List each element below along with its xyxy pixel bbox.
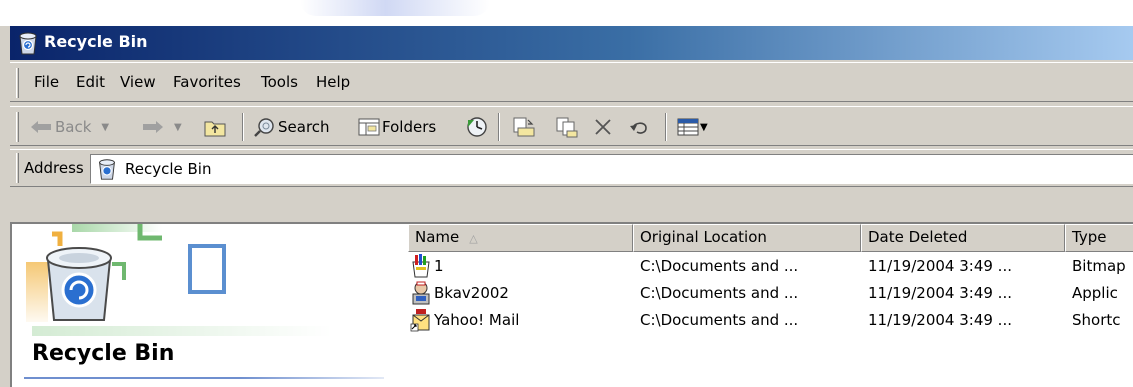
explorer-window: Recycle Bin File Edit View Favorites Too… bbox=[0, 26, 1133, 387]
back-label: Back bbox=[55, 118, 92, 136]
history-icon bbox=[467, 117, 487, 137]
menu-edit[interactable]: Edit bbox=[76, 73, 105, 91]
address-grip[interactable] bbox=[16, 153, 19, 183]
copy-to-button[interactable] bbox=[555, 115, 579, 139]
standard-toolbar: Back ▼ ▼ Search Folders ▼ bbox=[10, 106, 1133, 146]
undo-icon bbox=[630, 122, 647, 134]
folders-label: Folders bbox=[382, 118, 437, 136]
file-name: Bkav2002 bbox=[434, 284, 509, 302]
file-type: Shortc bbox=[1072, 311, 1121, 329]
column-label-date: Date Deleted bbox=[868, 228, 968, 246]
move-to-icon bbox=[513, 117, 535, 137]
views-icon bbox=[677, 118, 699, 136]
search-label: Search bbox=[278, 118, 330, 136]
file-original-location: C:\Documents and ... bbox=[640, 311, 799, 329]
back-button[interactable]: Back ▼ bbox=[30, 115, 109, 139]
toolbar-separator bbox=[498, 113, 500, 141]
history-button[interactable] bbox=[465, 115, 489, 139]
shortcut-icon bbox=[410, 309, 430, 332]
back-dropdown-icon: ▼ bbox=[101, 121, 110, 133]
list-header: Name △ Original Location Date Deleted Typ… bbox=[408, 224, 1133, 252]
up-button[interactable] bbox=[204, 115, 226, 139]
toolbar-separator bbox=[242, 113, 244, 141]
views-dropdown-icon: ▼ bbox=[700, 121, 708, 133]
address-label: Address bbox=[24, 159, 84, 177]
address-input[interactable]: Recycle Bin ▼ bbox=[90, 154, 1133, 184]
file-name: Yahoo! Mail bbox=[434, 311, 520, 329]
delete-button[interactable] bbox=[593, 115, 613, 139]
undo-button[interactable] bbox=[628, 115, 650, 139]
recycle-bin-icon bbox=[99, 159, 115, 180]
column-header-type[interactable]: Type bbox=[1065, 224, 1133, 252]
file-type: Bitmap bbox=[1072, 257, 1126, 275]
search-icon bbox=[254, 118, 274, 137]
forward-button[interactable]: ▼ bbox=[142, 115, 182, 139]
folders-button[interactable]: Folders bbox=[358, 115, 436, 139]
folders-icon bbox=[358, 118, 380, 136]
toolbar-grip[interactable] bbox=[16, 112, 19, 142]
column-label-type: Type bbox=[1072, 228, 1107, 246]
menu-view[interactable]: View bbox=[120, 73, 156, 91]
up-folder-icon bbox=[204, 121, 226, 137]
menu-tools[interactable]: Tools bbox=[261, 73, 298, 91]
background-strip bbox=[0, 0, 1133, 26]
paint-image-icon bbox=[412, 254, 430, 278]
window-title: Recycle Bin bbox=[44, 32, 148, 51]
search-button[interactable]: Search bbox=[254, 115, 330, 139]
recycle-bin-banner-icon bbox=[26, 224, 332, 336]
column-label-name: Name bbox=[415, 228, 460, 246]
file-name: 1 bbox=[434, 257, 444, 275]
column-header-name[interactable]: Name △ bbox=[408, 224, 633, 252]
move-to-button[interactable] bbox=[512, 115, 536, 139]
recycle-bin-icon bbox=[19, 32, 37, 55]
menu-help[interactable]: Help bbox=[316, 73, 350, 91]
file-original-location: C:\Documents and ... bbox=[640, 257, 799, 275]
web-view-panel: Recycle Bin bbox=[12, 224, 404, 387]
views-button[interactable]: ▼ bbox=[677, 115, 708, 139]
column-header-date-deleted[interactable]: Date Deleted bbox=[861, 224, 1065, 252]
file-date-deleted: 11/19/2004 3:49 ... bbox=[868, 257, 1012, 275]
forward-arrow-icon bbox=[143, 121, 163, 133]
menu-file[interactable]: File bbox=[34, 73, 59, 91]
copy-to-icon bbox=[556, 117, 578, 138]
panel-divider bbox=[24, 377, 384, 379]
menu-grip[interactable] bbox=[16, 68, 19, 98]
title-bar[interactable]: Recycle Bin bbox=[10, 26, 1133, 60]
menu-bar: File Edit View Favorites Tools Help bbox=[10, 62, 1133, 102]
column-label-location: Original Location bbox=[640, 228, 767, 246]
file-original-location: C:\Documents and ... bbox=[640, 284, 799, 302]
column-header-original-location[interactable]: Original Location bbox=[633, 224, 861, 252]
menu-favorites[interactable]: Favorites bbox=[173, 73, 241, 91]
content-pane: Recycle Bin Name △ Original Location Date… bbox=[10, 222, 1133, 387]
sort-ascending-icon: △ bbox=[469, 232, 478, 245]
forward-dropdown-icon: ▼ bbox=[174, 121, 182, 133]
file-type: Applic bbox=[1072, 284, 1118, 302]
file-list: Name △ Original Location Date Deleted Typ… bbox=[408, 224, 1133, 387]
list-item[interactable]: Bkav2002 C:\Documents and ... 11/19/2004… bbox=[408, 281, 1133, 308]
address-value: Recycle Bin bbox=[125, 160, 212, 178]
file-date-deleted: 11/19/2004 3:49 ... bbox=[868, 311, 1012, 329]
back-arrow-icon bbox=[31, 121, 51, 133]
panel-title: Recycle Bin bbox=[32, 341, 175, 366]
background-watermark bbox=[300, 0, 490, 16]
delete-icon bbox=[595, 119, 611, 135]
list-item[interactable]: 1 C:\Documents and ... 11/19/2004 3:49 .… bbox=[408, 254, 1133, 281]
application-icon bbox=[412, 281, 430, 305]
address-bar: Address Recycle Bin ▼ bbox=[10, 149, 1133, 187]
toolbar-separator bbox=[665, 113, 667, 141]
file-date-deleted: 11/19/2004 3:49 ... bbox=[868, 284, 1012, 302]
list-item[interactable]: Yahoo! Mail C:\Documents and ... 11/19/2… bbox=[408, 308, 1133, 335]
